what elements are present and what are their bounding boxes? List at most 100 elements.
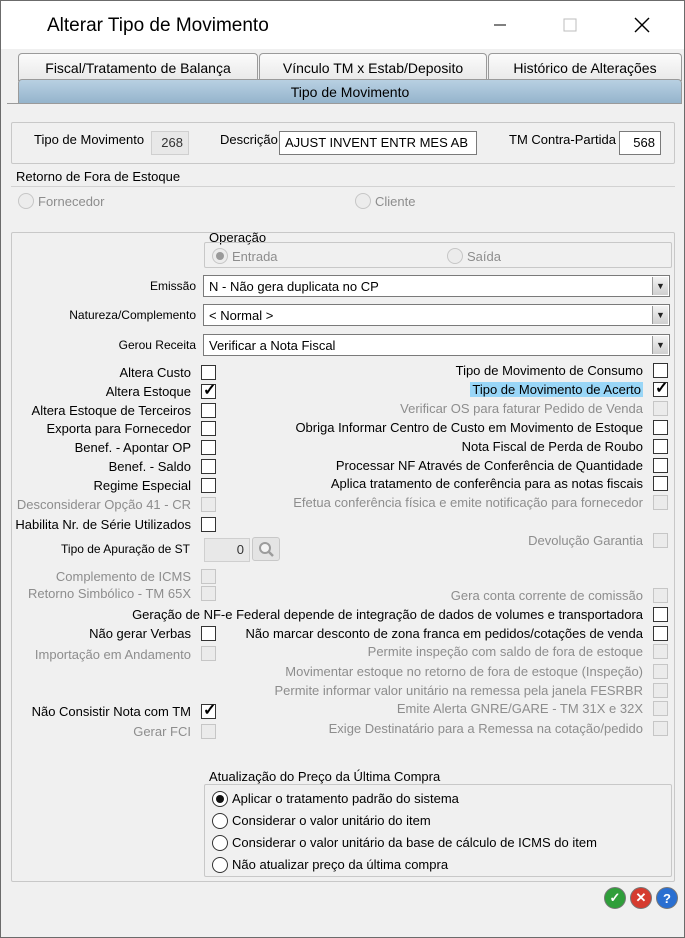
movimentar-estoque-label: Movimentar estoque no retorno de fora de… xyxy=(285,664,643,679)
benef-saldo-checkbox[interactable] xyxy=(201,459,216,474)
habilita-serie-checkbox[interactable] xyxy=(201,517,216,532)
exige-destinatario-checkbox[interactable] xyxy=(653,721,668,736)
preco-option-label: Considerar o valor unitário da base de c… xyxy=(232,835,597,850)
desconsiderar-opcao-checkbox[interactable] xyxy=(201,497,216,512)
chevron-down-icon: ▼ xyxy=(652,336,668,354)
altera-estoque-terceiros-checkbox[interactable] xyxy=(201,403,216,418)
permite-inspecao-label: Permite inspeção com saldo de fora de es… xyxy=(367,644,643,659)
tm-consumo-checkbox[interactable] xyxy=(653,363,668,378)
verificar-os-checkbox[interactable] xyxy=(653,401,668,416)
gera-conta-checkbox[interactable] xyxy=(653,588,668,603)
tab-historico[interactable]: Histórico de Alterações xyxy=(488,53,682,81)
exporta-fornecedor-checkbox[interactable] xyxy=(201,421,216,436)
habilita-serie-label: Habilita Nr. de Série Utilizados xyxy=(15,517,191,532)
minimize-button[interactable] xyxy=(477,9,523,41)
close-button[interactable] xyxy=(619,9,665,41)
descricao-label: Descrição xyxy=(220,132,278,147)
altera-estoque-checkbox[interactable]: ✓ xyxy=(201,382,217,399)
preco-option-radio[interactable] xyxy=(212,813,228,829)
emissao-value: N - Não gera duplicata no CP xyxy=(209,279,379,294)
aplica-conferencia-checkbox[interactable] xyxy=(653,476,668,491)
altera-estoque-label: Altera Estoque xyxy=(105,384,191,399)
permite-inspecao-checkbox[interactable] xyxy=(653,644,668,659)
verificar-os-label: Verificar OS para faturar Pedido de Vend… xyxy=(400,401,643,416)
processar-nf-checkbox[interactable] xyxy=(653,458,668,473)
nao-marcar-checkbox[interactable] xyxy=(653,626,668,641)
descricao-field[interactable]: AJUST INVENT ENTR MES AB xyxy=(279,131,477,155)
complemento-icms-label: Complemento de ICMS xyxy=(55,569,191,584)
nf-perda-roubo-checkbox[interactable] xyxy=(653,439,668,454)
efetua-conferencia-checkbox[interactable] xyxy=(653,495,668,510)
cancel-button[interactable]: ✕ xyxy=(630,887,652,909)
checkmark-icon: ✓ xyxy=(203,702,217,719)
gerou-receita-label: Gerou Receita xyxy=(118,338,196,352)
saida-radio[interactable] xyxy=(447,248,463,264)
cancel-icon: ✕ xyxy=(635,890,647,905)
tm-contra-partida-field[interactable]: 568 xyxy=(619,131,661,155)
checkmark-icon: ✓ xyxy=(203,382,217,399)
altera-estoque-terceiros-label: Altera Estoque de Terceiros xyxy=(31,403,191,418)
check-icon: ✓ xyxy=(609,890,621,905)
cliente-radio[interactable] xyxy=(355,193,371,209)
complemento-icms-checkbox[interactable] xyxy=(201,569,216,584)
permite-valor-checkbox[interactable] xyxy=(653,683,668,698)
obriga-centro-custo-label: Obriga Informar Centro de Custo em Movim… xyxy=(295,420,643,435)
retorno-simbolico-label: Retorno Simbólico - TM 65X xyxy=(27,586,191,601)
geracao-nfe-checkbox[interactable] xyxy=(653,607,668,622)
chevron-down-icon: ▼ xyxy=(652,277,668,295)
emite-alerta-checkbox[interactable] xyxy=(653,701,668,716)
permite-valor-label: Permite informar valor unitário na remes… xyxy=(274,683,644,698)
exporta-fornecedor-label: Exporta para Fornecedor xyxy=(46,421,191,436)
aplica-conferencia-label: Aplica tratamento de conferência para as… xyxy=(330,476,643,491)
retorno-simbolico-checkbox[interactable] xyxy=(201,586,216,601)
obriga-centro-custo-checkbox[interactable] xyxy=(653,420,668,435)
preco-option-radio[interactable] xyxy=(212,835,228,851)
preco-option-radio[interactable] xyxy=(212,857,228,873)
emissao-select[interactable]: N - Não gera duplicata no CP ▼ xyxy=(203,275,670,297)
tipo-movimento-field: 268 xyxy=(151,131,189,155)
help-icon: ? xyxy=(663,890,671,906)
retorno-divider xyxy=(11,186,675,187)
tab-fiscal[interactable]: Fiscal/Tratamento de Balança xyxy=(18,53,258,81)
benef-apontar-op-checkbox[interactable] xyxy=(201,440,216,455)
preco-option-radio[interactable] xyxy=(212,791,228,807)
importacao-label: Importação em Andamento xyxy=(34,647,191,662)
natureza-select[interactable]: < Normal > ▼ xyxy=(203,304,670,326)
natureza-label: Natureza/Complemento xyxy=(69,308,196,322)
maximize-icon xyxy=(563,18,577,32)
nao-consistir-checkbox[interactable]: ✓ xyxy=(201,702,217,719)
tipo-apuracao-field: 0 xyxy=(204,538,250,562)
benef-saldo-label: Benef. - Saldo xyxy=(108,459,191,474)
natureza-value: < Normal > xyxy=(209,308,274,323)
gera-conta-label: Gera conta corrente de comissão xyxy=(450,588,643,603)
tab-vinculo[interactable]: Vínculo TM x Estab/Deposito xyxy=(259,53,487,81)
tab-label: Histórico de Alterações xyxy=(513,59,657,76)
emissao-label: Emissão xyxy=(149,279,196,293)
altera-custo-checkbox[interactable] xyxy=(201,365,216,380)
importacao-checkbox[interactable] xyxy=(201,646,216,661)
nao-marcar-label: Não marcar desconto de zona franca em pe… xyxy=(245,626,643,641)
movimentar-estoque-checkbox[interactable] xyxy=(653,664,668,679)
search-button[interactable] xyxy=(252,537,280,561)
preco-option-label: Aplicar o tratamento padrão do sistema xyxy=(232,791,459,806)
tab-label: Vínculo TM x Estab/Deposito xyxy=(282,59,464,76)
tm-acerto-checkbox[interactable]: ✓ xyxy=(653,380,668,397)
minimize-icon xyxy=(494,24,506,26)
gerar-fci-checkbox[interactable] xyxy=(201,724,216,739)
gerou-receita-select[interactable]: Verificar a Nota Fiscal ▼ xyxy=(203,334,670,356)
nao-gerar-verbas-checkbox[interactable] xyxy=(201,626,216,641)
devolucao-garantia-checkbox[interactable] xyxy=(653,533,668,548)
emite-alerta-label: Emite Alerta GNRE/GARE - TM 31X e 32X xyxy=(396,701,643,716)
window-title: Alterar Tipo de Movimento xyxy=(47,15,269,36)
fornecedor-radio[interactable] xyxy=(18,193,34,209)
ok-button[interactable]: ✓ xyxy=(604,887,626,909)
tab-tipo-de-movimento[interactable]: Tipo de Movimento xyxy=(18,79,682,103)
nao-consistir-label: Não Consistir Nota com TM xyxy=(31,704,191,719)
title-bar: Alterar Tipo de Movimento xyxy=(1,1,684,49)
entrada-radio[interactable] xyxy=(212,248,228,264)
exige-destinatario-label: Exige Destinatário para a Remessa na cot… xyxy=(328,721,643,736)
regime-especial-label: Regime Especial xyxy=(93,478,191,493)
help-button[interactable]: ? xyxy=(656,887,678,909)
regime-especial-checkbox[interactable] xyxy=(201,478,216,493)
preco-option-label: Considerar o valor unitário do item xyxy=(232,813,431,828)
